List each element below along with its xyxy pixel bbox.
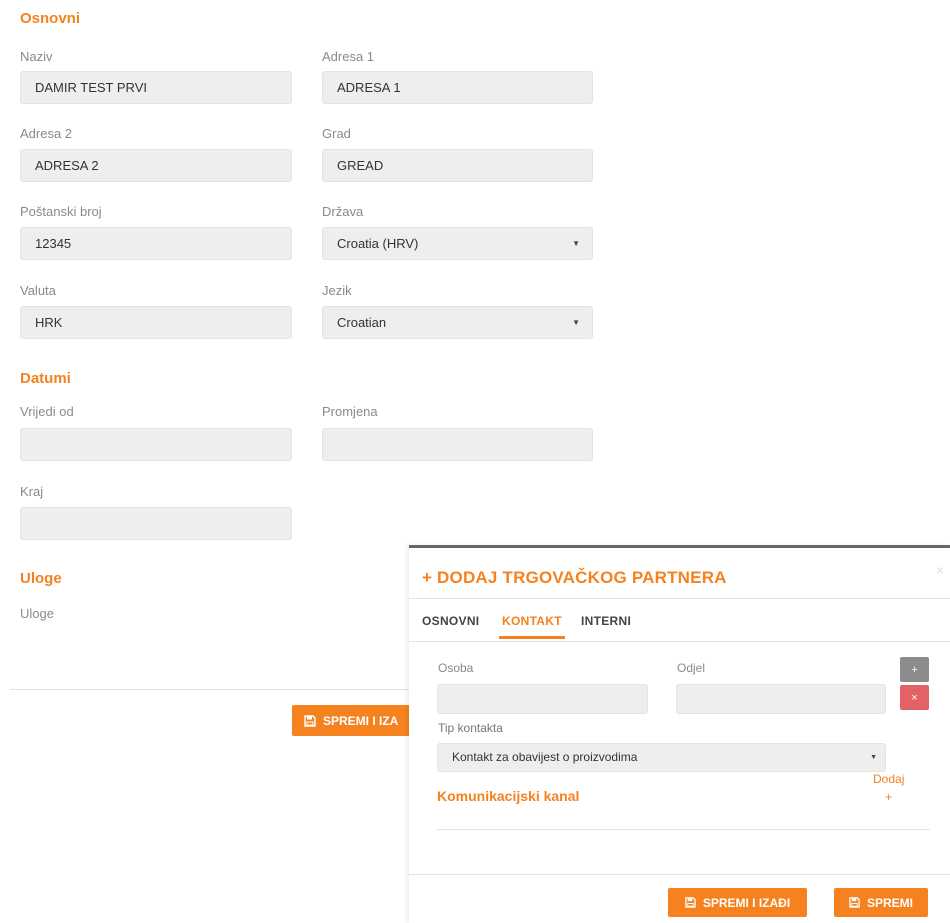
jezik-label: Jezik: [322, 283, 352, 298]
vrijedi-od-label: Vrijedi od: [20, 404, 74, 419]
odjel-label: Odjel: [677, 661, 706, 675]
naziv-value: DAMIR TEST PRVI: [35, 80, 147, 95]
add-contact-button[interactable]: +: [900, 657, 929, 682]
plus-icon: +: [911, 663, 918, 676]
dodaj-label: Dodaj: [873, 772, 905, 786]
close-icon[interactable]: ×: [936, 562, 944, 578]
komunikacijski-kanal-title: Komunikacijski kanal: [437, 788, 580, 804]
promjena-label: Promjena: [322, 404, 378, 419]
grad-value: GREAD: [337, 158, 384, 173]
adresa1-value: ADRESA 1: [337, 80, 401, 95]
postanski-broj-value: 12345: [35, 236, 72, 251]
tip-kontakta-select[interactable]: Kontakt za obavijest o proizvodima ▼: [437, 743, 886, 772]
drzava-label: Država: [322, 204, 364, 219]
kraj-field[interactable]: [20, 507, 292, 540]
grad-label: Grad: [322, 126, 351, 141]
save-exit-button[interactable]: SPREMI I IZAĐI: [668, 888, 807, 917]
tabs-divider: [409, 641, 950, 642]
modal-header-divider: [409, 598, 950, 599]
naziv-field[interactable]: DAMIR TEST PRVI: [20, 71, 292, 104]
modal-footer-divider: [409, 874, 950, 875]
add-partner-modal: + DODAJ TRGOVAČKOG PARTNERA × OSNOVNI KO…: [409, 545, 950, 923]
kraj-label: Kraj: [20, 484, 44, 499]
osoba-label: Osoba: [438, 661, 474, 675]
tip-kontakta-value: Kontakt za obavijest o proizvodima: [452, 750, 638, 764]
adresa2-label: Adresa 2: [20, 126, 73, 141]
adresa1-label: Adresa 1: [322, 49, 375, 64]
jezik-select[interactable]: Croatian ▼: [322, 306, 593, 339]
drzava-value: Croatia (HRV): [337, 236, 419, 251]
kanal-divider: [437, 829, 930, 830]
floppy-disk-icon: [685, 897, 696, 908]
modal-title: + DODAJ TRGOVAČKOG PARTNERA: [422, 568, 727, 587]
active-tab-indicator: [499, 636, 565, 639]
plus-icon: +: [885, 790, 893, 804]
dodaj-kanal-link[interactable]: Dodaj +: [873, 770, 904, 806]
postanski-broj-label: Poštanski broj: [20, 204, 102, 219]
caret-down-icon: ▼: [572, 239, 580, 248]
footer-divider: [10, 689, 430, 690]
tab-kontakt[interactable]: KONTAKT: [502, 614, 562, 628]
section-title-osnovni: Osnovni: [20, 10, 81, 27]
remove-contact-button[interactable]: ×: [900, 685, 929, 710]
valuta-field[interactable]: HRK: [20, 306, 292, 339]
tip-kontakta-label: Tip kontakta: [438, 721, 503, 735]
tab-osnovni[interactable]: OSNOVNI: [422, 614, 479, 628]
background-save-exit-label: SPREMI I IZA: [323, 713, 399, 728]
adresa2-field[interactable]: ADRESA 2: [20, 149, 292, 182]
odjel-field[interactable]: [676, 684, 886, 714]
jezik-value: Croatian: [337, 315, 387, 330]
drzava-select[interactable]: Croatia (HRV) ▼: [322, 227, 593, 260]
close-icon: ×: [911, 691, 918, 704]
section-title-uloge: Uloge: [20, 570, 62, 587]
adresa1-field[interactable]: ADRESA 1: [322, 71, 593, 104]
floppy-disk-icon: [304, 714, 316, 727]
promjena-field[interactable]: [322, 428, 593, 461]
valuta-value: HRK: [35, 315, 63, 330]
tab-interni[interactable]: INTERNI: [581, 614, 631, 628]
uloge-label: Uloge: [20, 606, 54, 621]
osoba-field[interactable]: [437, 684, 648, 714]
caret-down-icon: ▼: [870, 754, 877, 761]
valuta-label: Valuta: [20, 283, 56, 298]
vrijedi-od-field[interactable]: [20, 428, 292, 461]
floppy-disk-icon: [849, 897, 860, 908]
postanski-broj-field[interactable]: 12345: [20, 227, 292, 260]
save-label: SPREMI: [866, 895, 913, 910]
caret-down-icon: ▼: [572, 318, 580, 327]
section-title-datumi: Datumi: [20, 370, 71, 387]
naziv-label: Naziv: [20, 49, 53, 64]
grad-field[interactable]: GREAD: [322, 149, 593, 182]
adresa2-value: ADRESA 2: [35, 158, 99, 173]
save-button[interactable]: SPREMI: [834, 888, 928, 917]
save-exit-label: SPREMI I IZAĐI: [702, 895, 791, 910]
